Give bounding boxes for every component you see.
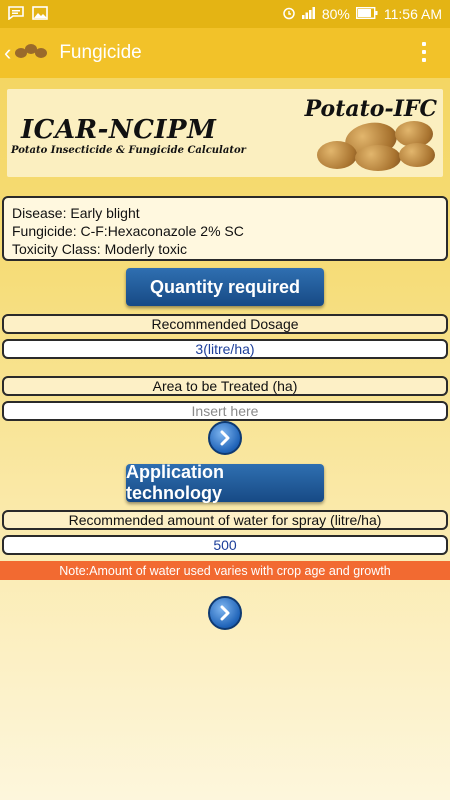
area-label: Area to be Treated (ha) <box>2 376 448 396</box>
water-value: 500 <box>2 535 448 555</box>
toxicity-text: Toxicity Class: Moderly toxic <box>12 241 188 257</box>
banner: Potato-IFC ICAR-NCIPM Potato Insecticide… <box>7 89 443 177</box>
application-technology-button[interactable]: Application technology <box>126 462 324 503</box>
info-box: Disease: Early blight Fungicide: C-F:Hex… <box>2 196 448 261</box>
clock: 11:56 AM <box>383 6 442 22</box>
disease-text: Disease: Early blight <box>12 205 140 221</box>
banner-brand: ICAR-NCIPM <box>21 115 217 145</box>
back-chevron-icon[interactable]: ‹ <box>4 40 11 66</box>
dosage-value: 3(litre/ha) <box>2 339 448 359</box>
battery-icon <box>355 6 378 22</box>
dosage-label: Recommended Dosage <box>2 314 448 334</box>
calculate-arrow-button[interactable] <box>208 421 242 455</box>
status-bar: 80% 11:56 AM <box>0 0 450 28</box>
water-label: Recommended amount of water for spray (l… <box>2 510 448 530</box>
chevron-right-icon <box>220 430 230 446</box>
message-icon <box>8 5 24 23</box>
banner-app-name: Potato-IFC <box>304 96 437 122</box>
app-title: Fungicide <box>59 42 142 63</box>
overflow-menu-icon[interactable] <box>422 42 426 66</box>
alarm-icon <box>282 6 296 23</box>
app-logo-icon <box>15 42 51 64</box>
fungicide-text: Fungicide: C-F:Hexaconazole 2% SC <box>12 223 244 239</box>
note-bar: Note:Amount of water used varies with cr… <box>0 561 450 580</box>
signal-icon <box>301 6 316 22</box>
app-bar: ‹ Fungicide <box>0 28 450 78</box>
next-arrow-button[interactable] <box>208 596 242 630</box>
area-input[interactable]: Insert here <box>2 401 448 421</box>
battery-percent: 80% <box>321 6 350 22</box>
chevron-right-icon <box>220 605 230 621</box>
quantity-required-button[interactable]: Quantity required <box>126 268 324 306</box>
image-icon <box>32 5 48 23</box>
banner-subtitle: Potato Insecticide & Fungicide Calculato… <box>11 145 246 156</box>
